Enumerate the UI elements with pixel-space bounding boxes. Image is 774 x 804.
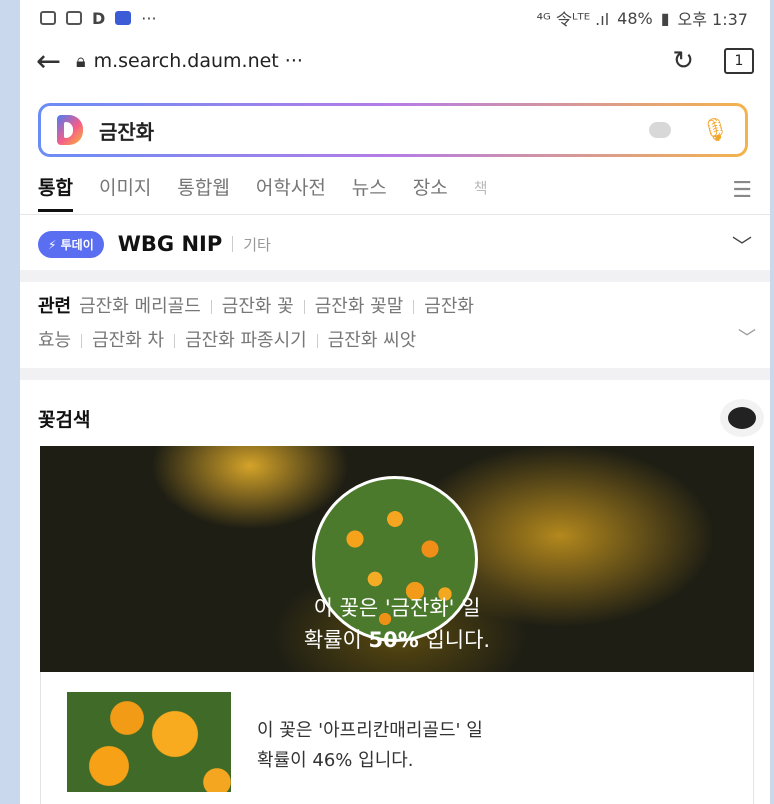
tab-places[interactable]: 장소 [413,172,448,216]
today-separator [232,236,234,252]
expand-related-icon[interactable]: ﹀ [738,322,756,356]
related-separator [303,300,305,314]
hero-percent: 50% [368,628,419,652]
status-left: D ··· [40,9,157,28]
related-title: 관련 [38,296,72,317]
tabs-divider [20,214,770,215]
microphone-icon[interactable]: 🎙︎ [701,118,729,143]
hero-line-2: 확률이 50% 입니다. [40,624,754,656]
reload-icon[interactable]: ↻ [672,46,694,76]
today-category: 기타 [243,235,271,254]
today-row[interactable]: ⚡ 투데이 WBG NIP 기타 ﹀ [38,224,752,264]
tab-integrated[interactable]: 통합 [38,172,73,216]
related-item[interactable]: 금잔화 꽃 [222,296,294,317]
flower-search-header: 꽃검색 [38,399,764,437]
network-indicator: ⁴ᴳ 令ᴸᵀᴱ .ıl [536,10,610,29]
lock-icon: 🔒︎ [76,50,86,72]
related-item[interactable]: 금잔화 [424,296,474,317]
tab-dictionary[interactable]: 어학사전 [256,172,326,216]
url-field[interactable]: m.search.daum.net ··· [94,50,673,72]
today-topic[interactable]: WBG NIP [118,232,223,256]
tab-news[interactable]: 뉴스 [352,172,387,216]
flower-hero-caption: 이 꽃은 '금잔화' 일 확률이 50% 입니다. [40,592,754,656]
gallery-icon [66,11,82,25]
related-separator [174,334,176,348]
battery-icon: ▮ [660,8,670,28]
browser-url-bar: ← 🔒︎ m.search.daum.net ··· ↻ 1 [20,38,770,84]
battery-level: 48% [617,8,653,28]
hero-prefix: 확률이 [303,628,369,652]
related-item[interactable]: 금잔화 파종시기 [185,330,307,351]
search-input[interactable]: 금잔화 [99,116,649,145]
search-box[interactable]: 금잔화 🎙︎ [38,103,748,157]
back-arrow-icon[interactable]: ← [36,44,76,79]
chevron-down-icon[interactable]: ﹀ [732,230,752,259]
more-notifications: ··· [141,8,157,28]
flower-search-title: 꽃검색 [38,408,91,431]
related-separator [316,334,318,348]
related-searches: 관련 금잔화 메리골드 금잔화 꽃 금잔화 꽃말 금잔화 효능 금잔화 차 금잔화 파종시기… [38,290,756,358]
tab-books[interactable]: 책 [474,172,488,216]
related-separator [210,300,212,314]
status-bar: D ··· ⁴ᴳ 令ᴸᵀᴱ .ıl 48% ▮ 오후 1:37 [20,0,770,36]
hero-line-1: 이 꽃은 '금잔화' 일 [313,596,481,620]
feedback-chat-icon[interactable] [720,399,764,437]
status-right: ⁴ᴳ 令ᴸᵀᴱ .ıl 48% ▮ 오후 1:37 [537,6,748,30]
related-item[interactable]: 금잔화 씨앗 [328,330,417,351]
section-gap [20,368,770,380]
related-separator [413,300,415,314]
tab-count-button[interactable]: 1 [724,48,754,74]
daum-logo-icon [57,115,83,145]
filter-settings-icon[interactable]: ☰ [732,178,752,203]
hero-suffix: 입니다. [418,628,491,652]
clock: 오후 1:37 [677,10,748,29]
phone-screen: D ··· ⁴ᴳ 令ᴸᵀᴱ .ıl 48% ▮ 오후 1:37 ← 🔒︎ m.s… [20,0,770,804]
result-thumbnail[interactable] [67,692,231,792]
tab-images[interactable]: 이미지 [99,172,151,216]
tab-web[interactable]: 통합웹 [177,172,229,216]
messenger-icon [115,11,132,25]
related-separator [81,334,83,348]
related-item[interactable]: 금잔화 메리골드 [79,296,201,317]
result-line-1: 이 꽃은 '아프리칸매리골드' 일 [257,720,483,741]
result-caption: 이 꽃은 '아프리칸매리골드' 일 확률이 46% 입니다. [257,716,483,776]
daum-icon: D [92,8,106,28]
related-item[interactable]: 금잔화 차 [92,330,164,351]
camera-search-icon[interactable] [649,122,672,138]
related-item[interactable]: 효능 [38,330,71,351]
related-item[interactable]: 금잔화 꽃말 [315,296,404,317]
flower-result-card[interactable]: 이 꽃은 '아프리칸매리골드' 일 확률이 46% 입니다. [40,672,754,804]
today-badge-label: 투데이 [60,237,94,252]
search-tabs: 통합 이미지 통합웹 어학사전 뉴스 장소 책 ☰ [38,172,758,216]
flower-hero-image[interactable]: 이 꽃은 '금잔화' 일 확률이 50% 입니다. [40,446,754,672]
result-line-2: 확률이 46% 입니다. [257,750,414,771]
section-gap [20,270,770,282]
today-badge: ⚡ 투데이 [38,230,104,258]
facebook-icon [40,11,56,25]
